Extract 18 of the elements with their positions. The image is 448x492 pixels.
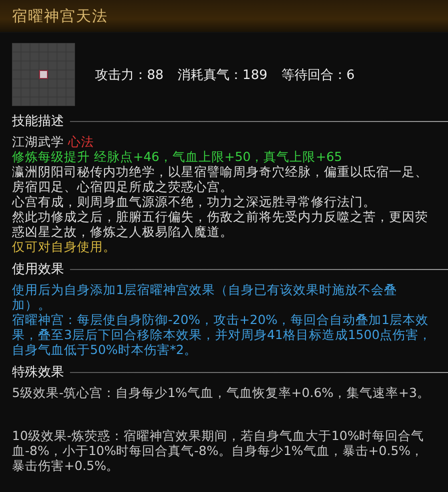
usage-note: 仅可对自身使用。 [12, 239, 117, 254]
effect-text: 宿曜神宫：每层使自身防御-20%，攻击+20%，每回合自动叠加1层本效果，叠至3层后下回合移除本效果，并对周身41格目标造成1500点伤害，自身气血低于50%时本伤害*2。 [12, 312, 433, 357]
stat-text: 等待回合：6 [281, 66, 355, 84]
special-effect-text: 5级效果-筑心宫：自身每少1%气血，气血恢复率+0.6%，集气速率+3。 [12, 385, 431, 400]
lore-text: 心宫有成，则周身血气源源不绝，功力之深远胜寻常修行法门。 [12, 194, 377, 209]
lore-text: 瀛洲阴阳司秘传内功绝学，以星宿譬喻周身奇穴经脉，偏重以氐宿一足、房宿四足、心宿四足所成之荧惑心宫。 [12, 164, 429, 194]
stat-text: 攻击力：88 [95, 66, 164, 84]
growth-text: 修炼每级提升 经脉点+46，气血上限+50，真气上限+65 [12, 149, 344, 164]
lore-text: 然此功修成之后，脏腑五行偏失，伤敌之前将先受内力反噬之苦，更因荧惑凶星之故，修炼之人极易陷入魔道。 [12, 209, 429, 239]
stat-text: 消耗真气：189 [178, 66, 268, 84]
section-heading: 特殊效果 [12, 364, 64, 381]
window-title: 宿曜神宫天法 [12, 6, 108, 26]
special-effect-text: 10级效果-炼荧惑：宿曜神宫效果期间，若自身气血大于10%时每回合气血-8%，小于10%时每回合真气-8%。自身每少1%气血，暴击+0.5%，暴击伤害+0.5%。 [12, 428, 426, 473]
area-grid-icon [12, 43, 75, 106]
effect-text: 使用后为自身添加1层宿曜神宫效果（自身已有该效果时施放不会叠加）。 [12, 282, 398, 312]
section-heading: 技能描述 [12, 113, 64, 130]
section-heading: 使用效果 [12, 261, 64, 278]
skill-category: 江湖武学 心法 [12, 134, 95, 149]
